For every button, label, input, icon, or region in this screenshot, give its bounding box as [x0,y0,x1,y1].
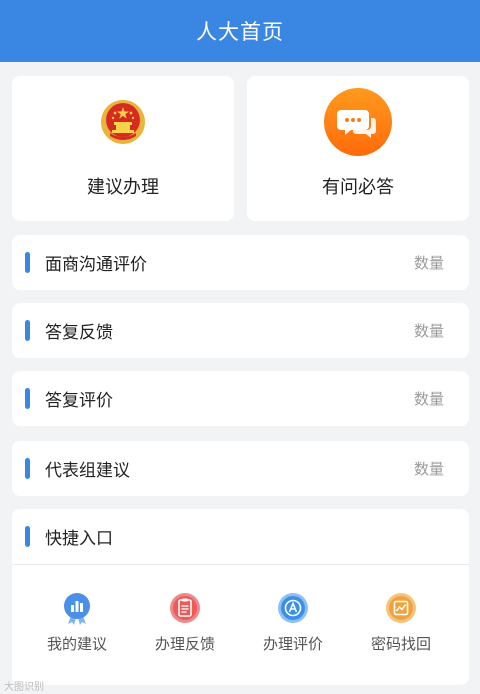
quick-label: 我的建议 [46,635,107,653]
row-title: 答复评价 [45,391,113,411]
app-header: 人大首页 [0,0,480,62]
section-marker [25,526,30,547]
clipboard-icon [170,593,200,623]
quick-entry-card: 快捷入口 我的建议 办理反馈 办理评价 密码找回 [12,509,469,685]
row-title: 答复反馈 [45,323,113,343]
row-count: 数量 [413,254,444,272]
row-count: 数量 [413,322,444,340]
quick-handling-feedback[interactable]: 办理反馈 [135,591,235,654]
qa-label: 有问必答 [322,177,394,198]
section-marker [25,458,30,479]
suggestion-handling-label: 建议办理 [87,177,159,198]
image-chart-icon [386,593,416,623]
chat-bubbles-icon [324,88,392,156]
section-marker [25,320,30,341]
quick-label: 办理反馈 [154,635,215,653]
row-count: 数量 [413,460,444,478]
quick-label: 密码找回 [370,635,431,653]
quick-label: 办理评价 [262,635,323,653]
qa-card[interactable]: 有问必答 [247,76,469,221]
letter-a-icon [278,593,308,623]
quick-my-suggestions[interactable]: 我的建议 [27,591,127,654]
divider [12,564,469,565]
bar-chart-icon [64,593,90,625]
row-face-communication-evaluation[interactable]: 面商沟通评价 数量 [12,235,469,290]
section-marker [25,388,30,409]
row-delegation-suggestions[interactable]: 代表组建议 数量 [12,441,469,496]
quick-password-recovery[interactable]: 密码找回 [351,591,451,654]
suggestion-handling-card[interactable]: 建议办理 [12,76,234,221]
quick-handling-evaluation[interactable]: 办理评价 [243,591,343,654]
row-reply-evaluation[interactable]: 答复评价 数量 [12,371,469,426]
national-emblem-icon [100,99,146,145]
quick-entry-title: 快捷入口 [45,529,113,549]
page-title: 人大首页 [196,20,284,44]
watermark: 大图识别 [4,682,44,693]
row-reply-feedback[interactable]: 答复反馈 数量 [12,303,469,358]
section-marker [25,252,30,273]
row-count: 数量 [413,390,444,408]
row-title: 代表组建议 [45,461,130,481]
row-title: 面商沟通评价 [45,255,147,275]
